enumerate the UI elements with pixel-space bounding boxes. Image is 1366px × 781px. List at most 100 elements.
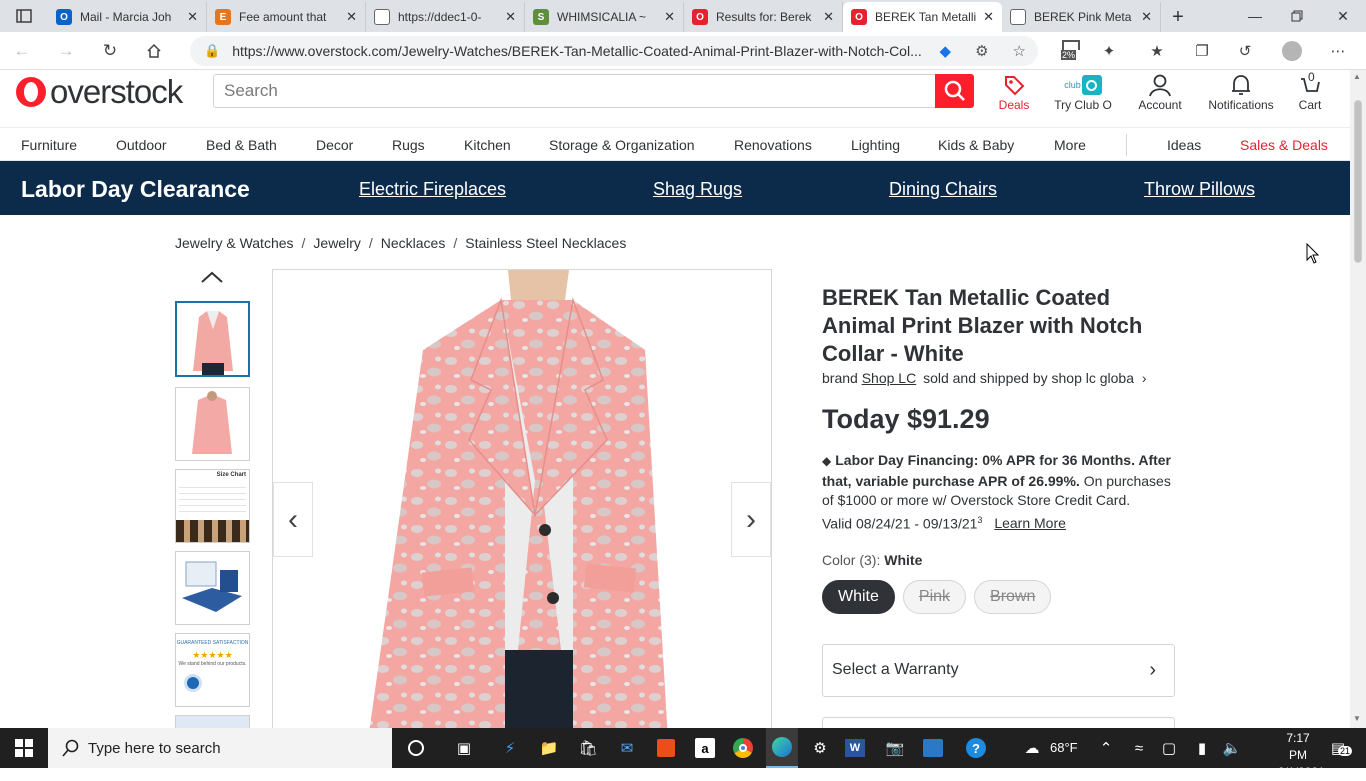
- tab-close-icon[interactable]: ✕: [823, 9, 834, 25]
- weather-widget[interactable]: ☁: [1018, 736, 1046, 760]
- app-photos[interactable]: [921, 736, 945, 760]
- back-button[interactable]: ←: [0, 32, 44, 70]
- forward-button[interactable]: →: [44, 32, 88, 70]
- cart-link[interactable]: 0 Cart: [1294, 70, 1326, 112]
- page-scrollbar[interactable]: ▲ ▼: [1350, 70, 1366, 728]
- app-camera[interactable]: 📷: [883, 736, 907, 760]
- task-view-button[interactable]: ▣: [452, 736, 476, 760]
- thumbnail-1[interactable]: [175, 301, 250, 377]
- category-outdoor[interactable]: Outdoor: [116, 137, 167, 153]
- category-rugs[interactable]: Rugs: [392, 137, 425, 153]
- overstock-logo[interactable]: overstock: [16, 73, 183, 110]
- search-input[interactable]: Search: [213, 74, 936, 108]
- coupon-tag-icon[interactable]: ◆: [940, 42, 952, 60]
- favorite-star-icon[interactable]: ☆: [1013, 42, 1026, 60]
- tray-overflow-button[interactable]: ⌃: [1094, 736, 1118, 760]
- tray-network[interactable]: ≈: [1127, 736, 1151, 760]
- favorites-button[interactable]: ★: [1138, 32, 1176, 70]
- tab-close-icon[interactable]: ✕: [983, 9, 994, 25]
- browser-tab[interactable]: O Mail - Marcia Joh ✕: [48, 2, 207, 32]
- cortana-button[interactable]: [404, 736, 428, 760]
- thumbnail-5[interactable]: GUARANTEED SATISFACTION ★★★★★ We stand b…: [175, 633, 250, 707]
- breadcrumb-stainless-steel-necklaces[interactable]: Stainless Steel Necklaces: [465, 235, 626, 251]
- app-get-help[interactable]: ?: [964, 736, 988, 760]
- start-button[interactable]: [12, 736, 36, 760]
- app-amazon[interactable]: a: [693, 736, 717, 760]
- chevron-right-icon[interactable]: ›: [1142, 370, 1147, 386]
- tray-device[interactable]: ▢: [1157, 736, 1181, 760]
- refresh-button[interactable]: ↻: [88, 32, 132, 70]
- tab-close-icon[interactable]: ✕: [1141, 9, 1152, 25]
- thumbnail-6[interactable]: [175, 715, 250, 728]
- category-more[interactable]: More: [1054, 137, 1086, 153]
- tray-volume[interactable]: 🔈: [1220, 736, 1244, 760]
- app-file-explorer[interactable]: 📁: [537, 736, 561, 760]
- category-renovations[interactable]: Renovations: [734, 137, 812, 153]
- next-option-box[interactable]: [822, 717, 1175, 728]
- thumbnail-4[interactable]: [175, 551, 250, 625]
- category-decor[interactable]: Decor: [316, 137, 353, 153]
- tab-close-icon[interactable]: ✕: [664, 9, 675, 25]
- brand-link[interactable]: Shop LC: [862, 370, 916, 386]
- account-link[interactable]: Account: [1136, 72, 1184, 112]
- color-option-brown[interactable]: Brown: [974, 579, 1052, 614]
- thumbnail-3[interactable]: Size Chart: [175, 469, 250, 543]
- browser-tab[interactable]: S WHIMSICALIA ~ ✕: [525, 2, 684, 32]
- category-kitchen[interactable]: Kitchen: [464, 137, 511, 153]
- banner-link-dining-chairs[interactable]: Dining Chairs: [889, 179, 997, 200]
- notification-center-button[interactable]: ▤ 21: [1326, 736, 1353, 760]
- category-storage[interactable]: Storage & Organization: [549, 137, 695, 153]
- category-kids-baby[interactable]: Kids & Baby: [938, 137, 1014, 153]
- app-chrome[interactable]: [731, 736, 755, 760]
- warranty-selector[interactable]: Select a Warranty ›: [822, 643, 1175, 697]
- system-clock[interactable]: 7:17 PM 9/1/2021: [1278, 730, 1325, 781]
- extensions-button[interactable]: ✦: [1090, 32, 1128, 70]
- category-sales-deals[interactable]: Sales & Deals: [1240, 137, 1328, 153]
- browser-tab[interactable]: E Fee amount that ✕: [207, 2, 366, 32]
- collections-button[interactable]: ❐: [1183, 32, 1221, 70]
- scrollbar-thumb[interactable]: [1354, 100, 1362, 263]
- banner-link-shag-rugs[interactable]: Shag Rugs: [653, 179, 742, 200]
- tracking-prevention-icon[interactable]: ⚙: [975, 42, 988, 60]
- club-o-link[interactable]: club Try Club O: [1051, 72, 1115, 112]
- color-option-pink[interactable]: Pink: [902, 579, 967, 614]
- close-window-button[interactable]: ✕: [1320, 0, 1366, 32]
- app-edge-active[interactable]: [766, 728, 798, 768]
- breadcrumb-jewelry-watches[interactable]: Jewelry & Watches: [175, 235, 294, 251]
- image-next-button[interactable]: ›: [731, 482, 771, 557]
- home-button[interactable]: [132, 32, 176, 70]
- browser-tab-active[interactable]: O BEREK Tan Metalli ✕: [843, 2, 1002, 32]
- category-ideas[interactable]: Ideas: [1167, 137, 1201, 153]
- thumbnail-scroll-up-button[interactable]: [200, 270, 224, 289]
- url-bar[interactable]: 🔒 https://www.overstock.com/Jewelry-Watc…: [190, 36, 1038, 66]
- banner-link-electric-fireplaces[interactable]: Electric Fireplaces: [359, 179, 506, 200]
- banner-title[interactable]: Labor Day Clearance: [21, 176, 250, 203]
- extension-cashback-button[interactable]: 2%: [1052, 32, 1090, 70]
- scroll-up-icon[interactable]: ▲: [1353, 72, 1361, 81]
- app-settings[interactable]: ⚙: [808, 736, 832, 760]
- tab-close-icon[interactable]: ✕: [346, 9, 357, 25]
- breadcrumb-necklaces[interactable]: Necklaces: [381, 235, 446, 251]
- category-furniture[interactable]: Furniture: [21, 137, 77, 153]
- taskbar-search-box[interactable]: Type here to search: [48, 728, 392, 768]
- restore-button[interactable]: [1274, 0, 1320, 32]
- scroll-down-icon[interactable]: ▼: [1353, 714, 1361, 723]
- tab-close-icon[interactable]: ✕: [187, 9, 198, 25]
- tab-actions-button[interactable]: [0, 0, 48, 32]
- tab-close-icon[interactable]: ✕: [505, 9, 516, 25]
- deals-link[interactable]: Deals: [997, 72, 1031, 112]
- thumbnail-2[interactable]: [175, 387, 250, 461]
- search-button[interactable]: [935, 74, 974, 108]
- breadcrumb-jewelry[interactable]: Jewelry: [313, 235, 360, 251]
- color-option-white[interactable]: White: [822, 579, 895, 614]
- app-word[interactable]: W: [843, 736, 867, 760]
- tray-battery[interactable]: ▮: [1190, 736, 1214, 760]
- learn-more-link[interactable]: Learn More: [994, 515, 1066, 531]
- settings-menu-button[interactable]: ⋯: [1319, 32, 1357, 70]
- browser-tab[interactable]: BEREK Pink Meta ✕: [1002, 2, 1161, 32]
- category-bed-bath[interactable]: Bed & Bath: [206, 137, 277, 153]
- browser-tab[interactable]: https://ddec1-0- ✕: [366, 2, 525, 32]
- category-lighting[interactable]: Lighting: [851, 137, 900, 153]
- banner-link-throw-pillows[interactable]: Throw Pillows: [1144, 179, 1255, 200]
- image-prev-button[interactable]: ‹: [273, 482, 313, 557]
